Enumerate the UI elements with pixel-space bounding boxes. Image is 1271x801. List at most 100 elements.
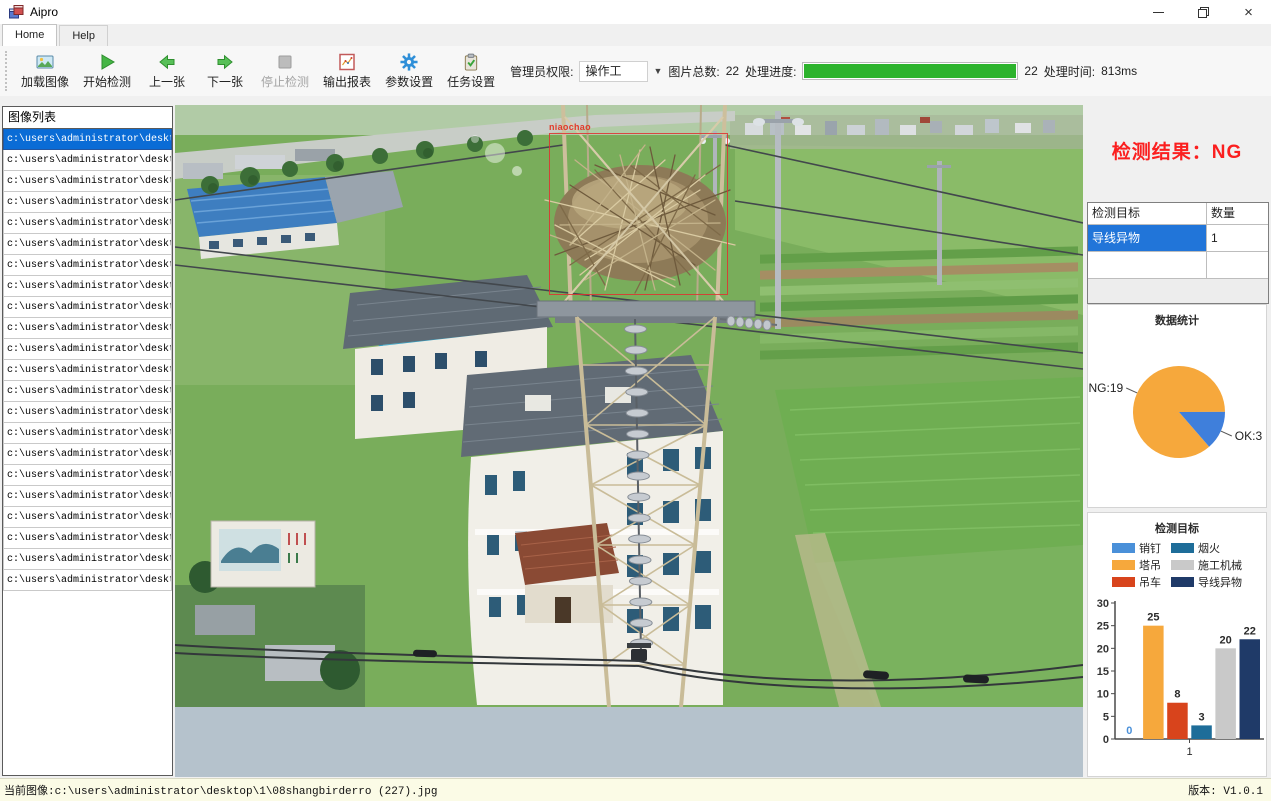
legend-items: 销钉塔吊吊车烟火施工机械导线异物 — [1088, 540, 1266, 589]
bar-烟火 — [1191, 725, 1212, 739]
report-icon — [337, 53, 357, 71]
title-bar: Aipro × — [0, 0, 1271, 25]
bar-value-label: 25 — [1147, 612, 1159, 624]
toolbar-button-label: 停止检测 — [261, 73, 309, 90]
legend-label: 导线异物 — [1198, 574, 1242, 590]
toolbar-button-label: 开始检测 — [83, 73, 131, 90]
minimize-icon — [1153, 12, 1164, 13]
admin-permission-label: 管理员权限: — [510, 63, 573, 80]
pie-label: OK:3 — [1235, 429, 1263, 443]
legend-label: 吊车 — [1139, 574, 1161, 590]
table-row[interactable]: 导线异物1 — [1088, 225, 1268, 252]
pie-label-leader — [1221, 431, 1232, 436]
stop-icon — [275, 53, 295, 71]
legend-label: 施工机械 — [1198, 557, 1242, 573]
list-item[interactable]: c:\users\administrator\deskto... — [3, 465, 172, 486]
y-axis-tick-label: 0 — [1103, 734, 1109, 746]
list-item[interactable]: c:\users\administrator\deskto... — [3, 423, 172, 444]
list-item[interactable]: c:\users\administrator\deskto... — [3, 381, 172, 402]
toolbar-button-label: 上一张 — [149, 73, 185, 90]
bar-value-label: 3 — [1198, 711, 1204, 723]
list-item[interactable]: c:\users\administrator\deskto... — [3, 549, 172, 570]
legend-label: 销钉 — [1139, 540, 1161, 556]
prev-image-button[interactable]: 上一张 — [139, 50, 195, 93]
detection-target-table: 检测目标 数量 导线异物1 — [1087, 202, 1269, 304]
list-item[interactable]: c:\users\administrator\deskto... — [3, 150, 172, 171]
toolbar-button-label: 参数设置 — [385, 73, 433, 90]
list-item[interactable]: c:\users\administrator\deskto... — [3, 570, 172, 591]
table-row-empty[interactable] — [1088, 252, 1268, 279]
tab-help[interactable]: Help — [59, 25, 108, 46]
export-report-button[interactable]: 输出报表 — [317, 50, 377, 93]
pie-label-leader — [1126, 388, 1137, 393]
list-item[interactable]: c:\users\administrator\deskto... — [3, 171, 172, 192]
close-icon: × — [1244, 5, 1253, 20]
next-image-button[interactable]: 下一张 — [197, 50, 253, 93]
list-item[interactable]: c:\users\administrator\deskto... — [3, 234, 172, 255]
progress-bar-fill — [804, 64, 1016, 78]
y-axis-tick-label: 25 — [1097, 621, 1109, 633]
current-image-path: 当前图像:c:\users\administrator\desktop\1\08… — [0, 782, 437, 798]
arrow-right-icon — [215, 53, 235, 71]
list-item[interactable]: c:\users\administrator\deskto... — [3, 213, 172, 234]
load-image-icon — [35, 53, 55, 71]
table-header-count: 数量 — [1207, 203, 1268, 224]
table-footer — [1088, 279, 1268, 303]
list-item[interactable]: c:\users\administrator\deskto... — [3, 297, 172, 318]
toolbar-button-label: 任务设置 — [447, 73, 495, 90]
list-item[interactable]: c:\users\administrator\deskto... — [3, 192, 172, 213]
task-icon — [461, 53, 481, 71]
load-image-button[interactable]: 加载图像 — [15, 50, 75, 93]
detection-target-chart-panel: 检测目标 销钉塔吊吊车烟火施工机械导线异物 051015202530025832… — [1087, 512, 1267, 777]
legend-item: 施工机械 — [1171, 557, 1242, 572]
legend-label: 烟火 — [1198, 540, 1220, 556]
list-item[interactable]: c:\users\administrator\deskto... — [3, 318, 172, 339]
time-label: 处理时间: — [1044, 63, 1095, 80]
toolbar-button-label: 输出报表 — [323, 73, 371, 90]
list-item[interactable]: c:\users\administrator\deskto... — [3, 360, 172, 381]
list-item[interactable]: c:\users\administrator\deskto... — [3, 402, 172, 423]
pie-label: NG:19 — [1089, 381, 1124, 395]
bar-导线异物 — [1240, 639, 1261, 739]
toolbar-grip[interactable] — [5, 51, 10, 91]
statistics-pie-panel: 数据统计 NG:19 OK:3 — [1087, 304, 1267, 508]
maximize-button[interactable] — [1181, 0, 1226, 24]
list-item[interactable]: c:\users\administrator\deskto... — [3, 339, 172, 360]
gear-icon — [399, 53, 419, 71]
toolbar-button-label: 加载图像 — [21, 73, 69, 90]
image-list-panel: 图像列表 c:\users\administrator\deskto...c:\… — [2, 106, 173, 776]
chevron-down-icon: ▼ — [653, 66, 662, 76]
toolbar: 加载图像 开始检测 上一张 下一张 停止检测 输出报表 — [0, 46, 1271, 97]
list-item[interactable]: c:\users\administrator\deskto... — [3, 276, 172, 297]
image-list-header: 图像列表 — [3, 107, 172, 129]
task-settings-button[interactable]: 任务设置 — [441, 50, 501, 93]
legend-item: 销钉 — [1112, 540, 1161, 555]
admin-role-select[interactable]: 操作工 ▼ — [579, 61, 662, 82]
pie-chart-title: 数据统计 — [1088, 305, 1266, 328]
list-item[interactable]: c:\users\administrator\deskto... — [3, 255, 172, 276]
image-list-items: c:\users\administrator\deskto...c:\users… — [3, 129, 172, 591]
list-item[interactable]: c:\users\administrator\deskto... — [3, 528, 172, 549]
bar-value-label: 22 — [1244, 625, 1256, 637]
bar-chart-title: 检测目标 — [1088, 513, 1266, 536]
close-button[interactable]: × — [1226, 0, 1271, 24]
detection-bbox: niaochao — [549, 133, 728, 295]
param-settings-button[interactable]: 参数设置 — [379, 50, 439, 93]
list-item[interactable]: c:\users\administrator\deskto... — [3, 444, 172, 465]
minimize-button[interactable] — [1136, 0, 1181, 24]
version-label: 版本: V1.0.1 — [1188, 782, 1271, 798]
start-detect-button[interactable]: 开始检测 — [77, 50, 137, 93]
tab-home[interactable]: Home — [2, 24, 57, 46]
image-viewer: niaochao — [175, 105, 1083, 777]
toolbar-button-label: 下一张 — [207, 73, 243, 90]
list-item[interactable]: c:\users\administrator\deskto... — [3, 129, 172, 150]
list-item[interactable]: c:\users\administrator\deskto... — [3, 486, 172, 507]
result-panel: 检测结果：NG 检测目标 数量 导线异物1 数据统计 NG:19OK:3 检测目… — [1085, 105, 1269, 777]
legend-swatch — [1171, 543, 1194, 553]
progress-bar — [802, 62, 1018, 80]
ribbon-tabs: Home Help — [0, 24, 1271, 47]
y-axis-tick-label: 10 — [1097, 689, 1109, 701]
bar-chart: 0510152025300258320221 — [1088, 589, 1266, 761]
legend-swatch — [1171, 577, 1194, 587]
list-item[interactable]: c:\users\administrator\deskto... — [3, 507, 172, 528]
